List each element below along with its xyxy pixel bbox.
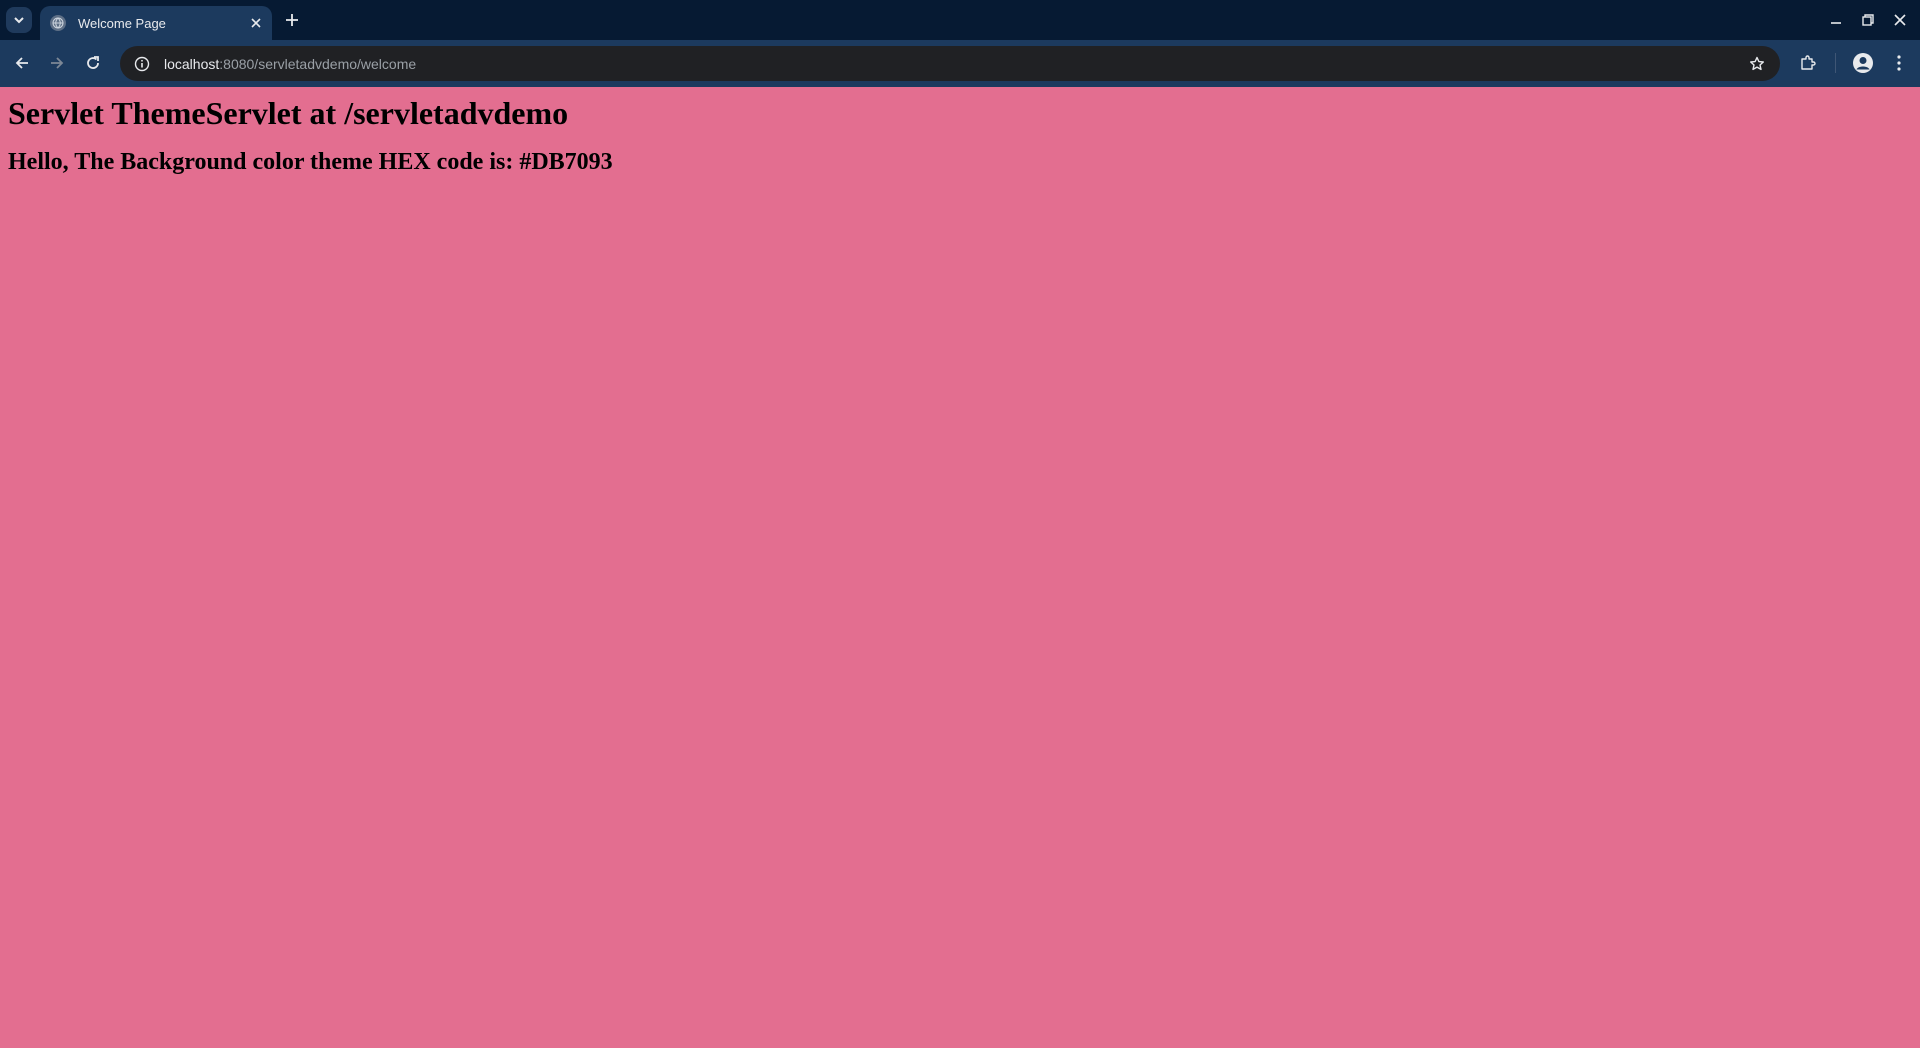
forward-button[interactable] bbox=[42, 48, 72, 78]
minimize-icon bbox=[1831, 22, 1841, 24]
reload-button[interactable] bbox=[78, 48, 108, 78]
restore-button[interactable] bbox=[1852, 4, 1884, 36]
address-bar[interactable]: localhost:8080/servletadvdemo/welcome bbox=[120, 46, 1780, 81]
tab-welcome-page[interactable]: Welcome Page bbox=[40, 6, 272, 40]
page-content: Servlet ThemeServlet at /servletadvdemo … bbox=[0, 87, 1920, 1048]
globe-icon bbox=[50, 15, 66, 31]
theme-message: Hello, The Background color theme HEX co… bbox=[8, 149, 613, 175]
profile-button[interactable] bbox=[1848, 48, 1878, 78]
reload-icon bbox=[87, 56, 99, 69]
star-icon bbox=[1750, 56, 1764, 71]
tab-title: Welcome Page bbox=[78, 15, 166, 31]
kebab-menu-icon bbox=[1897, 55, 1901, 71]
window-close-icon bbox=[1894, 14, 1906, 26]
url-text[interactable]: localhost:8080/servletadvdemo/welcome bbox=[164, 56, 416, 72]
profile-icon bbox=[1853, 53, 1873, 73]
toolbar-divider bbox=[1835, 53, 1836, 73]
back-arrow-icon bbox=[15, 57, 28, 69]
tab-search-button[interactable] bbox=[6, 7, 32, 33]
page-heading: Servlet ThemeServlet at /servletadvdemo bbox=[8, 95, 569, 131]
url-path: :8080/servletadvdemo/welcome bbox=[219, 55, 417, 72]
site-info-icon[interactable] bbox=[132, 54, 152, 74]
forward-arrow-icon bbox=[51, 57, 64, 69]
chevron-down-icon bbox=[14, 17, 24, 24]
close-icon bbox=[251, 18, 261, 28]
url-host: localhost bbox=[164, 55, 220, 72]
browser-menu-button[interactable] bbox=[1884, 48, 1914, 78]
bookmark-star-button[interactable] bbox=[1746, 53, 1768, 75]
plus-icon bbox=[286, 14, 298, 26]
toolbar-actions bbox=[1793, 48, 1920, 78]
restore-icon bbox=[1862, 14, 1874, 26]
extensions-button[interactable] bbox=[1793, 48, 1823, 78]
window-close-button[interactable] bbox=[1884, 4, 1916, 36]
browser-toolbar: localhost:8080/servletadvdemo/welcome bbox=[0, 40, 1920, 87]
new-tab-button[interactable] bbox=[280, 8, 304, 32]
window-controls bbox=[1820, 0, 1920, 40]
extensions-icon bbox=[1801, 55, 1816, 70]
back-button[interactable] bbox=[7, 48, 37, 78]
close-tab-button[interactable] bbox=[246, 13, 266, 33]
minimize-button[interactable] bbox=[1820, 4, 1852, 36]
tab-strip: Welcome Page bbox=[0, 0, 1920, 40]
